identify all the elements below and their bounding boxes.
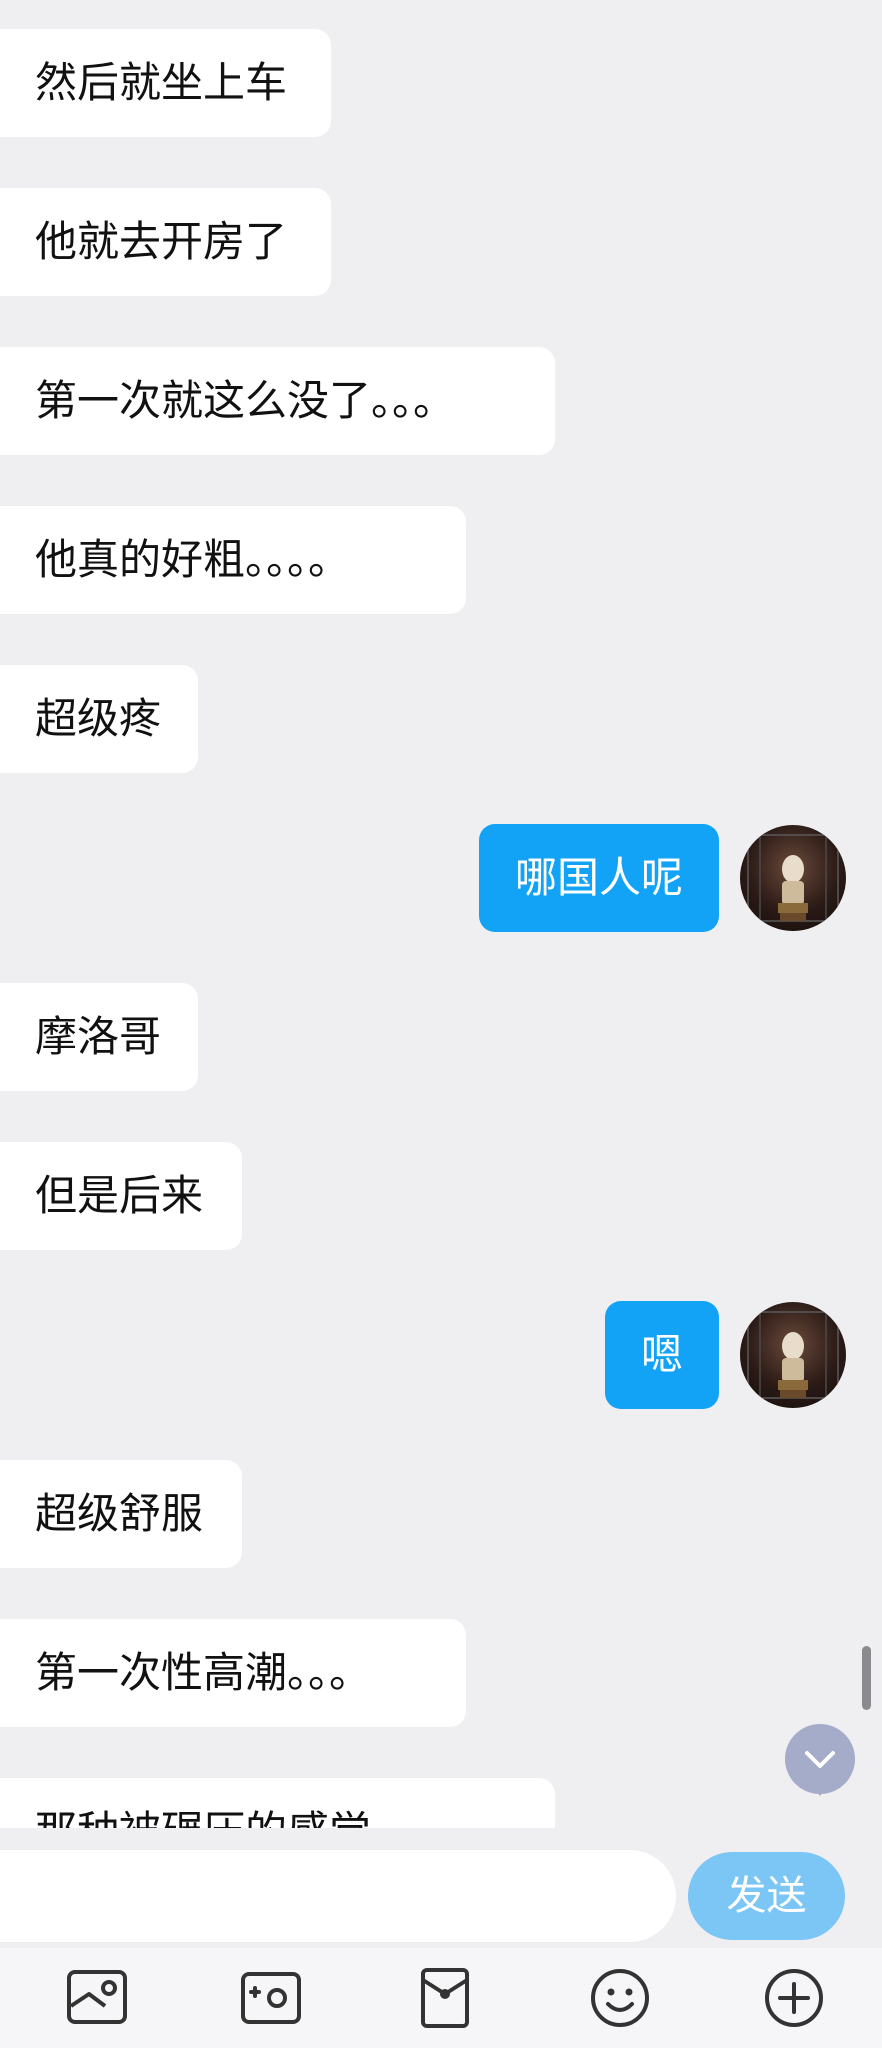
red-packet-icon[interactable] <box>413 1966 477 2030</box>
message-bubble-incoming[interactable]: 摩洛哥 <box>0 983 198 1091</box>
avatar[interactable] <box>740 825 846 931</box>
message-text: 那种被碾压的感觉 <box>35 1807 371 1828</box>
message-input[interactable] <box>0 1850 676 1942</box>
message-text: 他就去开房了 <box>35 217 288 266</box>
message-text: 超级疼 <box>35 694 162 743</box>
message-bubble-incoming[interactable]: 超级舒服 <box>0 1460 242 1568</box>
message-bubble-outgoing[interactable]: 嗯 <box>604 1301 719 1409</box>
message-bubble-outgoing[interactable]: 哪国人呢 <box>478 824 719 932</box>
message-text: 第一次就这么没了。。。 <box>35 376 456 425</box>
message-bubble-incoming[interactable]: 然后就坐上车 <box>0 29 331 137</box>
plus-icon[interactable] <box>762 1966 826 2030</box>
avatar[interactable] <box>740 1302 846 1408</box>
message-text: 嗯 <box>640 1330 683 1379</box>
emoji-icon[interactable] <box>588 1966 652 2030</box>
scrollbar-thumb[interactable] <box>862 1646 871 1710</box>
message-bubble-incoming[interactable]: 他就去开房了 <box>0 188 331 296</box>
message-bubble-incoming[interactable]: 那种被碾压的感觉 <box>0 1778 555 1828</box>
message-bubble-incoming[interactable]: 第一次就这么没了。。。 <box>0 347 555 455</box>
message-text: 但是后来 <box>35 1171 204 1220</box>
chevron-down-icon <box>805 1751 835 1768</box>
message-text: 然后就坐上车 <box>35 58 288 107</box>
message-bubble-incoming[interactable]: 但是后来 <box>0 1142 242 1250</box>
camera-icon[interactable] <box>239 1966 303 2030</box>
image-icon[interactable] <box>65 1966 129 2030</box>
message-text: 第一次性高潮。。。 <box>35 1648 372 1697</box>
message-text: 哪国人呢 <box>514 853 683 902</box>
message-text: 摩洛哥 <box>35 1012 162 1061</box>
message-bubble-incoming[interactable]: 第一次性高潮。。。 <box>0 1619 466 1727</box>
send-button[interactable]: 发送 <box>688 1852 845 1940</box>
message-text: 超级舒服 <box>35 1489 204 1538</box>
message-bubble-incoming[interactable]: 超级疼 <box>0 665 198 773</box>
scroll-to-bottom-button[interactable] <box>785 1724 855 1796</box>
message-text: 他真的好粗。。。。 <box>35 535 351 584</box>
chat-message-list[interactable]: 然后就坐上车 他就去开房了 第一次就这么没了。。。 他真的好粗。。。。 超级疼 … <box>0 0 882 1828</box>
message-bubble-incoming[interactable]: 他真的好粗。。。。 <box>0 506 466 614</box>
